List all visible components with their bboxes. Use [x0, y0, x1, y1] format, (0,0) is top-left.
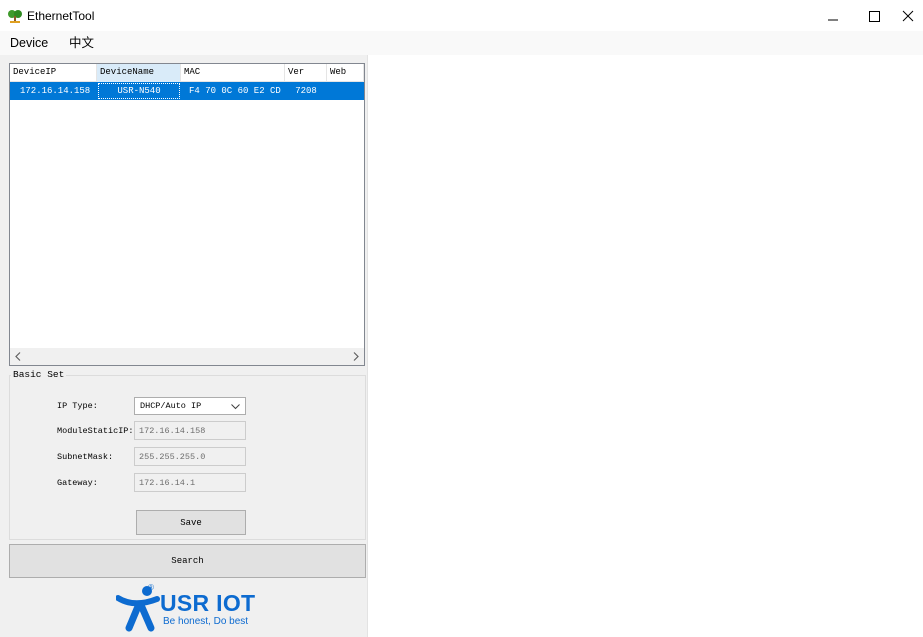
logo-brand: USR IOT: [160, 590, 256, 616]
chevron-down-icon: [231, 404, 240, 410]
menu-device[interactable]: Device: [8, 35, 50, 51]
cell-web[interactable]: [327, 82, 364, 100]
gateway-field: [134, 473, 246, 492]
close-icon[interactable]: [896, 7, 920, 25]
ip-type-select[interactable]: DHCP/Auto IP: [134, 397, 246, 415]
window-title: EthernetTool: [27, 9, 95, 23]
ip-type-value: DHCP/Auto IP: [140, 401, 202, 411]
column-header-devicename[interactable]: DeviceName: [97, 64, 181, 82]
maximize-icon[interactable]: [862, 7, 886, 25]
column-header-mac[interactable]: MAC: [181, 64, 285, 82]
menu-bar: Device 中文: [0, 31, 923, 55]
cell-device-ip: 172.16.14.158: [20, 86, 91, 96]
save-button[interactable]: Save: [136, 510, 246, 535]
ip-type-label: IP Type:: [57, 401, 98, 411]
registered-mark: ®: [148, 583, 154, 592]
usr-iot-logo-icon: [116, 583, 162, 633]
subnet-mask-label: SubnetMask:: [57, 452, 114, 462]
column-header-ver[interactable]: Ver: [285, 64, 327, 82]
chevron-left-icon[interactable]: [14, 352, 22, 361]
cell-device-name: USR-N540: [97, 82, 181, 100]
horizontal-scrollbar[interactable]: [10, 348, 364, 365]
ethernettool-app-icon: [7, 8, 23, 24]
chevron-right-icon[interactable]: [352, 352, 360, 361]
menu-language[interactable]: 中文: [67, 35, 96, 51]
gateway-label: Gateway:: [57, 478, 98, 488]
search-button[interactable]: Search: [9, 544, 366, 578]
table-row[interactable]: 172.16.14.158 USR-N540 F4 70 0C 60 E2 CD…: [10, 82, 364, 100]
title-bar: EthernetTool: [0, 0, 923, 31]
device-list[interactable]: DeviceIP DeviceName MAC Ver Web 172.16.1…: [9, 63, 365, 366]
cell-mac: F4 70 0C 60 E2 CD: [189, 86, 281, 96]
device-list-header: DeviceIP DeviceName MAC Ver Web: [10, 64, 364, 82]
column-header-deviceip[interactable]: DeviceIP: [10, 64, 97, 82]
column-header-web[interactable]: Web: [327, 64, 364, 82]
basic-set-title: Basic Set: [11, 369, 67, 381]
left-panel: DeviceIP DeviceName MAC Ver Web 172.16.1…: [0, 55, 368, 637]
main-client-area: [368, 55, 923, 637]
cell-ver: 7208: [295, 86, 317, 96]
minimize-icon[interactable]: [821, 7, 845, 25]
module-static-ip-field: [134, 421, 246, 440]
module-static-ip-label: ModuleStaticIP:: [57, 426, 134, 436]
subnet-mask-field: [134, 447, 246, 466]
logo-tagline: Be honest, Do best: [163, 616, 249, 627]
